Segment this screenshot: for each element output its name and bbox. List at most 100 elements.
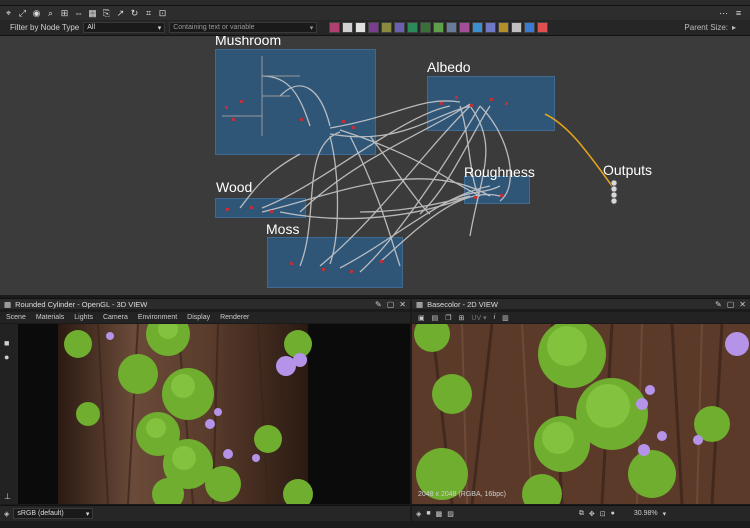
node-type-filter-icon[interactable]: [394, 22, 406, 33]
view2d-title: Basecolor - 2D VIEW: [427, 299, 498, 309]
cylinder-render: [58, 324, 313, 504]
refresh-icon[interactable]: ↻: [129, 8, 140, 19]
chevron-down-icon: ▾: [157, 24, 162, 32]
view2d-viewport[interactable]: 2048 x 2048 (RGBA, 16bpc): [412, 324, 750, 504]
frame-title-outputs: Outputs: [603, 162, 653, 178]
filter-bar: Filter by Node Type All ▾ Containing tex…: [0, 20, 750, 36]
align-icon[interactable]: ⇔: [73, 8, 84, 19]
chevron-down-icon: ▾: [85, 510, 90, 518]
grid-icon[interactable]: ▦: [87, 8, 98, 19]
node-type-filter-icon[interactable]: [368, 22, 380, 33]
histogram-icon[interactable]: ▥: [502, 314, 509, 322]
image-icon[interactable]: ▨: [447, 510, 454, 518]
fit-view-icon[interactable]: ⊡: [600, 510, 606, 518]
node-type-filter-icon[interactable]: [329, 22, 341, 33]
layout-icon[interactable]: ⊞: [59, 8, 70, 19]
node-type-icons: [329, 22, 549, 33]
node-type-filter-icon[interactable]: [407, 22, 419, 33]
view3d-menu-item[interactable]: Materials: [36, 314, 64, 321]
view3d-menu-item[interactable]: Camera: [103, 314, 128, 321]
maximize-icon[interactable]: ▢: [387, 300, 395, 309]
zoom-slider-icon[interactable]: ●: [611, 510, 615, 517]
node-graph[interactable]: Mushroom Albedo Roughness Wood Moss Outp…: [0, 36, 750, 295]
copy-icon[interactable]: ❐: [445, 314, 451, 322]
node-type-filter-icon[interactable]: [446, 22, 458, 33]
save-icon[interactable]: ▤: [432, 314, 439, 322]
node-type-filter-icon[interactable]: [498, 22, 510, 33]
node-type-filter-icon[interactable]: [433, 22, 445, 33]
chevron-down-icon: ▾: [309, 24, 314, 32]
tile-icon[interactable]: ⧉: [579, 510, 584, 518]
search-placeholder: Containing text or variable: [173, 24, 255, 31]
view2d-statusbar: ◈ ■ ▩ ▨ ⧉ ✥ ⊡ ● 30.98% ▾: [412, 505, 750, 521]
channels-icon[interactable]: ⊞: [459, 314, 465, 322]
search-input[interactable]: Containing text or variable ▾: [169, 22, 318, 33]
frame-title-mushroom: Mushroom: [215, 36, 282, 48]
view2d-toolbar: ▣ ▤ ❐ ⊞ UV ▾ i ▥: [412, 312, 750, 323]
node-type-filter-icon[interactable]: [420, 22, 432, 33]
view2d-buttons: ✎ ▢ ✕: [715, 300, 746, 309]
node-type-filter-icon[interactable]: [485, 22, 497, 33]
frame-title-moss: Moss: [266, 221, 300, 237]
node-type-filter-icon[interactable]: [511, 22, 523, 33]
node-type-filter-icon[interactable]: [355, 22, 367, 33]
black-swatch-icon[interactable]: ■: [426, 510, 430, 517]
screenshot-icon[interactable]: ⊡: [157, 8, 168, 19]
view3d-icon: ▦: [4, 299, 12, 309]
view3d-statusbar: ◈ sRGB (default) ▾: [0, 505, 410, 521]
more-icon[interactable]: ⋯: [718, 8, 729, 19]
fit-icon[interactable]: ⤢: [17, 8, 28, 19]
node-type-filter-icon[interactable]: [459, 22, 471, 33]
view3d-menu-item[interactable]: Environment: [138, 314, 177, 321]
view3d-header: ▦ Rounded Cylinder - OpenGL - 3D VIEW ✎ …: [0, 298, 410, 309]
reroute-icon[interactable]: ↗: [115, 8, 126, 19]
chevron-down-icon[interactable]: ▾: [663, 510, 667, 518]
colorspace-select[interactable]: sRGB (default) ▾: [13, 508, 94, 519]
view2d-header: ▦ Basecolor - 2D VIEW ✎ ▢ ✕: [412, 298, 750, 309]
node-type-filter-icon[interactable]: [381, 22, 393, 33]
uv-label: UV: [471, 314, 482, 322]
node-type-filter-icon[interactable]: [342, 22, 354, 33]
layers-icon[interactable]: ◈: [416, 510, 421, 518]
frame-title-albedo: Albedo: [427, 59, 471, 75]
maximize-icon[interactable]: ▢: [727, 300, 735, 309]
pan-icon[interactable]: ✥: [589, 510, 595, 518]
close-icon[interactable]: ✕: [399, 300, 406, 309]
view3d-viewport[interactable]: [18, 324, 410, 504]
view3d-menu-item[interactable]: Scene: [6, 314, 26, 321]
fit-icon[interactable]: ▣: [418, 314, 425, 322]
node-type-select[interactable]: All ▾: [83, 22, 166, 33]
uv-toggle[interactable]: UV ▾: [471, 314, 486, 322]
pin-icon[interactable]: ✎: [375, 300, 382, 309]
camera-icon[interactable]: ◉: [31, 8, 42, 19]
view3d-menu-item[interactable]: Display: [187, 314, 210, 321]
parent-size-icon[interactable]: ▸: [732, 23, 736, 32]
camera-icon[interactable]: ■: [4, 338, 9, 348]
view3d-menu-item[interactable]: Lights: [74, 314, 93, 321]
select-icon[interactable]: ⌖: [3, 8, 14, 19]
frame-title-roughness: Roughness: [464, 164, 535, 180]
view3d-title: Rounded Cylinder - OpenGL - 3D VIEW: [15, 299, 148, 309]
parent-size: Parent Size: ▸: [684, 23, 750, 32]
link-icon[interactable]: ⎘: [101, 8, 112, 19]
filter-label: Filter by Node Type: [10, 23, 80, 32]
view3d-buttons: ✎ ▢ ✕: [375, 300, 406, 309]
node-type-filter-icon[interactable]: [537, 22, 549, 33]
view3d-menu-item[interactable]: Renderer: [220, 314, 249, 321]
layers-icon[interactable]: ◈: [4, 510, 9, 518]
close-icon[interactable]: ✕: [739, 300, 746, 309]
pin-icon[interactable]: ✎: [715, 300, 722, 309]
info-icon[interactable]: i: [494, 314, 496, 321]
node-type-filter-icon[interactable]: [524, 22, 536, 33]
toolbar-right: ⋯ ≡: [718, 8, 750, 19]
menu-icon[interactable]: ≡: [733, 8, 744, 19]
checker-icon[interactable]: ▩: [436, 510, 443, 518]
search-icon[interactable]: ⌕: [45, 8, 56, 19]
node-type-filter-icon[interactable]: [472, 22, 484, 33]
view3d-menu: Scene Materials Lights Camera Environment Dis…: [0, 312, 410, 323]
frame-icon[interactable]: ⌗: [143, 8, 154, 19]
axis-icon[interactable]: ⊥: [4, 492, 11, 501]
frame-title-wood: Wood: [216, 179, 253, 195]
light-icon[interactable]: ●: [4, 352, 9, 362]
zoom-value: 30.98%: [633, 510, 658, 517]
